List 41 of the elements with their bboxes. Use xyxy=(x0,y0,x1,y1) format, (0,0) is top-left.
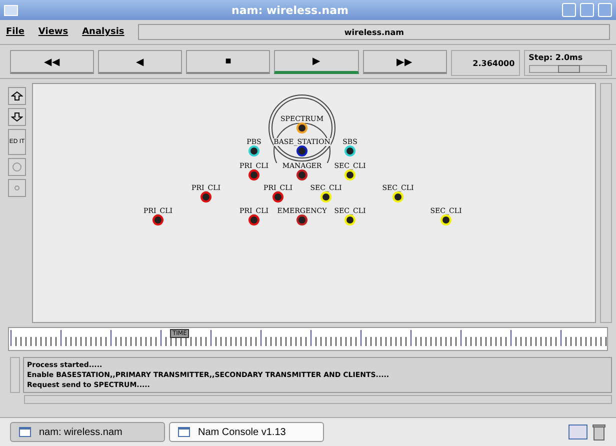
network-node[interactable] xyxy=(296,214,308,226)
playback-button[interactable]: ■ xyxy=(186,50,270,74)
window-title: nam: wireless.nam xyxy=(230,4,350,16)
menu-item[interactable]: Analysis xyxy=(82,27,124,37)
network-node[interactable] xyxy=(296,122,308,134)
network-node[interactable] xyxy=(272,192,284,202)
slider-thumb[interactable] xyxy=(558,65,580,73)
zoom-out-button[interactable] xyxy=(8,108,26,126)
window-icon xyxy=(178,427,190,437)
menu-item[interactable]: File xyxy=(6,27,24,37)
network-node[interactable] xyxy=(248,170,260,180)
network-node[interactable] xyxy=(296,170,308,180)
horizontal-scrollbar[interactable] xyxy=(24,395,612,404)
dot-tool-button[interactable] xyxy=(8,179,26,197)
network-node[interactable] xyxy=(248,214,260,226)
network-node[interactable] xyxy=(248,146,260,156)
window-icon xyxy=(4,4,18,16)
window-icon xyxy=(19,427,31,437)
step-label: Step: 2.0ms xyxy=(528,53,584,62)
taskbar-item[interactable]: Nam Console v1.13 xyxy=(169,422,324,442)
playback-button[interactable]: ▶ xyxy=(274,50,358,74)
network-node[interactable] xyxy=(344,146,356,156)
step-slider[interactable] xyxy=(528,65,607,73)
time-display: 2.364000 xyxy=(450,50,520,76)
network-node[interactable] xyxy=(152,214,164,226)
circle-icon xyxy=(12,162,22,172)
trash-icon[interactable] xyxy=(592,423,606,441)
playback-button[interactable]: ◀ xyxy=(98,50,182,74)
vertical-scrollbar[interactable] xyxy=(600,83,612,323)
range-circles-drawing xyxy=(267,93,337,163)
small-circle-icon xyxy=(14,185,20,191)
file-name-label: wireless.nam xyxy=(138,24,610,40)
zoom-in-button[interactable] xyxy=(8,87,26,105)
network-node[interactable] xyxy=(296,146,308,156)
console-scrollbar[interactable] xyxy=(10,357,20,393)
playback-button[interactable]: ◀◀ xyxy=(10,50,94,74)
playback-button[interactable]: ▶▶ xyxy=(362,50,447,74)
show-desktop-icon[interactable] xyxy=(568,424,588,440)
menu-item[interactable]: Views xyxy=(38,27,68,37)
network-node[interactable] xyxy=(200,192,212,202)
taskbar-item[interactable]: nam: wireless.nam xyxy=(10,422,165,442)
